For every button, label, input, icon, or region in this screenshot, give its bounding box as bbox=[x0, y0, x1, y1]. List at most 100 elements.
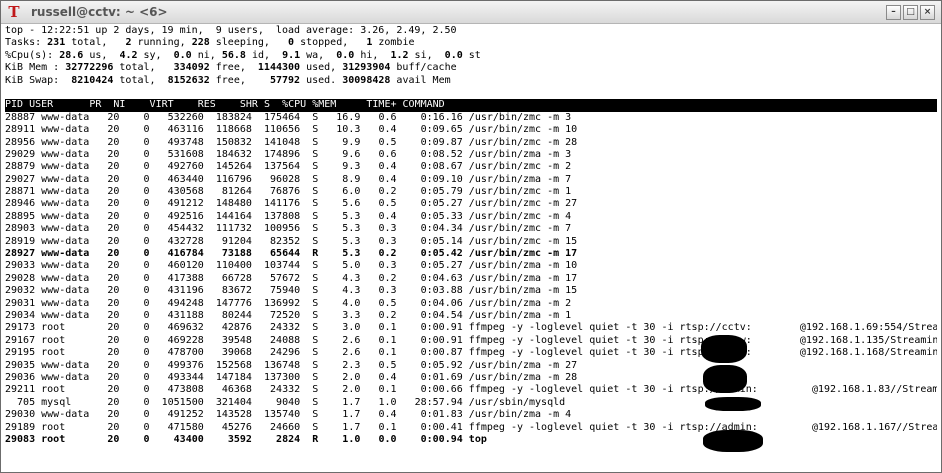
cell-cpu: 9.9 bbox=[324, 136, 361, 148]
cell-time: 0:04.06 bbox=[402, 297, 463, 309]
cell-ni: 0 bbox=[125, 124, 150, 136]
cell-shr: 2824 bbox=[257, 433, 301, 445]
cell-res: 147776 bbox=[209, 297, 252, 309]
cell-cpu: 1.7 bbox=[324, 396, 361, 408]
cpu-hi-label: hi, bbox=[354, 49, 379, 61]
cell-pid: 29167 bbox=[5, 334, 36, 346]
cpu-us: 28.6 bbox=[59, 49, 84, 61]
cell-mem: 0.6 bbox=[366, 111, 397, 123]
cell-ni: 0 bbox=[125, 248, 150, 260]
redaction-mark bbox=[703, 430, 763, 452]
cell-ni: 0 bbox=[125, 198, 150, 210]
cell-user: www-data bbox=[41, 297, 90, 309]
cell-virt: 494248 bbox=[155, 297, 204, 309]
col-pid: PID bbox=[5, 99, 24, 111]
cell-pr: 20 bbox=[95, 309, 120, 321]
cell-pr: 20 bbox=[95, 248, 120, 260]
mem-free: 334092 bbox=[173, 62, 210, 74]
cell-pr: 20 bbox=[95, 136, 120, 148]
cell-s: S bbox=[306, 371, 319, 383]
cell-pr: 20 bbox=[95, 421, 120, 433]
cell-pid: 29035 bbox=[5, 359, 36, 371]
cell-cmd: /usr/sbin/mysqld bbox=[468, 396, 566, 408]
cell-time: 0:00.66 bbox=[402, 384, 463, 396]
cell-ni: 0 bbox=[125, 285, 150, 297]
mem-used: 1144300 bbox=[257, 62, 301, 74]
process-row: 28911 www-data 20 0 463116 118668 110656… bbox=[5, 124, 937, 136]
cell-cpu: 2.0 bbox=[324, 384, 361, 396]
cell-ni: 0 bbox=[125, 297, 150, 309]
cell-mem: 0.1 bbox=[366, 347, 397, 359]
title-bar[interactable]: T russell@cctv: ~ <6> – □ × bbox=[1, 1, 941, 24]
cell-time: 0:08.67 bbox=[402, 161, 463, 173]
col-mem: %MEM bbox=[312, 99, 337, 111]
cell-time: 0:05.79 bbox=[402, 186, 463, 198]
cell-s: S bbox=[306, 334, 319, 346]
cell-virt: 473808 bbox=[155, 384, 204, 396]
process-list: 28887 www-data 20 0 532260 183824 175464… bbox=[5, 112, 937, 447]
minimize-button[interactable]: – bbox=[886, 5, 901, 20]
maximize-button[interactable]: □ bbox=[903, 5, 918, 20]
swap-line: KiB Swap: 8210424 total, 8152632 free, 5… bbox=[5, 75, 937, 87]
cell-s: S bbox=[306, 347, 319, 359]
cell-pr: 20 bbox=[95, 272, 120, 284]
swap-used-label: used. bbox=[300, 74, 337, 86]
close-button[interactable]: × bbox=[920, 5, 935, 20]
cell-virt: 491252 bbox=[155, 409, 204, 421]
process-row: 29028 www-data 20 0 417388 66728 57672 S… bbox=[5, 273, 937, 285]
cell-user: www-data bbox=[41, 248, 90, 260]
cell-shr: 57672 bbox=[257, 272, 301, 284]
cell-s: S bbox=[306, 384, 319, 396]
cell-virt: 471580 bbox=[155, 421, 204, 433]
cell-res: 147184 bbox=[209, 371, 252, 383]
top-uptime-line: top - 12:22:51 up 2 days, 19 min, 9 user… bbox=[5, 25, 457, 36]
cell-s: R bbox=[306, 433, 319, 445]
cell-user: www-data bbox=[41, 124, 90, 136]
cell-cpu: 6.0 bbox=[324, 186, 361, 198]
cell-cmd: /usr/bin/zmc -m 7 bbox=[468, 223, 572, 235]
cell-time: 0:01.83 bbox=[402, 409, 463, 421]
cell-mem: 0.3 bbox=[366, 223, 397, 235]
cell-cpu: 5.3 bbox=[324, 248, 361, 260]
cell-mem: 0.2 bbox=[366, 309, 397, 321]
cell-virt: 1051500 bbox=[155, 396, 204, 408]
cpu-ni-label: ni, bbox=[191, 49, 216, 61]
cell-time: 0:05.27 bbox=[402, 198, 463, 210]
cell-mem: 0.4 bbox=[366, 409, 397, 421]
terminal-content[interactable]: top - 12:22:51 up 2 days, 19 min, 9 user… bbox=[5, 25, 937, 470]
cell-res: 148480 bbox=[209, 198, 252, 210]
tasks-total-label: total, bbox=[65, 37, 108, 49]
cell-shr: 135740 bbox=[257, 409, 301, 421]
cell-ni: 0 bbox=[125, 309, 150, 321]
mem-buff: 31293904 bbox=[342, 62, 391, 74]
cell-pid: 28903 bbox=[5, 223, 36, 235]
cell-ni: 0 bbox=[125, 173, 150, 185]
cell-virt: 469632 bbox=[155, 322, 204, 334]
cell-pr: 20 bbox=[95, 173, 120, 185]
process-row: 28927 www-data 20 0 416784 73188 65644 R… bbox=[5, 248, 937, 260]
cell-shr: 137564 bbox=[257, 161, 301, 173]
cell-time: 0:04.34 bbox=[402, 223, 463, 235]
cell-pid: 29029 bbox=[5, 148, 36, 160]
cell-s: S bbox=[306, 124, 319, 136]
cell-res: 42876 bbox=[209, 322, 252, 334]
cell-res: 183824 bbox=[209, 111, 252, 123]
cell-pid: 29027 bbox=[5, 173, 36, 185]
cell-virt: 493344 bbox=[155, 371, 204, 383]
cell-cmd: /usr/bin/zmc -m 10 bbox=[468, 124, 578, 136]
cell-mem: 0.0 bbox=[366, 433, 397, 445]
cell-shr: 24660 bbox=[257, 421, 301, 433]
cell-shr: 24296 bbox=[257, 347, 301, 359]
tasks-zombie-label: zombie bbox=[372, 37, 415, 49]
cell-s: S bbox=[306, 409, 319, 421]
cell-res: 66728 bbox=[209, 272, 252, 284]
mem-line: KiB Mem : 32772296 total, 334092 free, 1… bbox=[5, 62, 937, 74]
cell-ni: 0 bbox=[125, 371, 150, 383]
cell-user: www-data bbox=[41, 210, 90, 222]
cell-pr: 20 bbox=[95, 198, 120, 210]
cell-shr: 96028 bbox=[257, 173, 301, 185]
cell-time: 0:05.33 bbox=[402, 210, 463, 222]
cell-virt: 493748 bbox=[155, 136, 204, 148]
cell-cmd: /usr/bin/zmc -m 3 bbox=[468, 111, 572, 123]
cell-mem: 1.0 bbox=[366, 396, 397, 408]
